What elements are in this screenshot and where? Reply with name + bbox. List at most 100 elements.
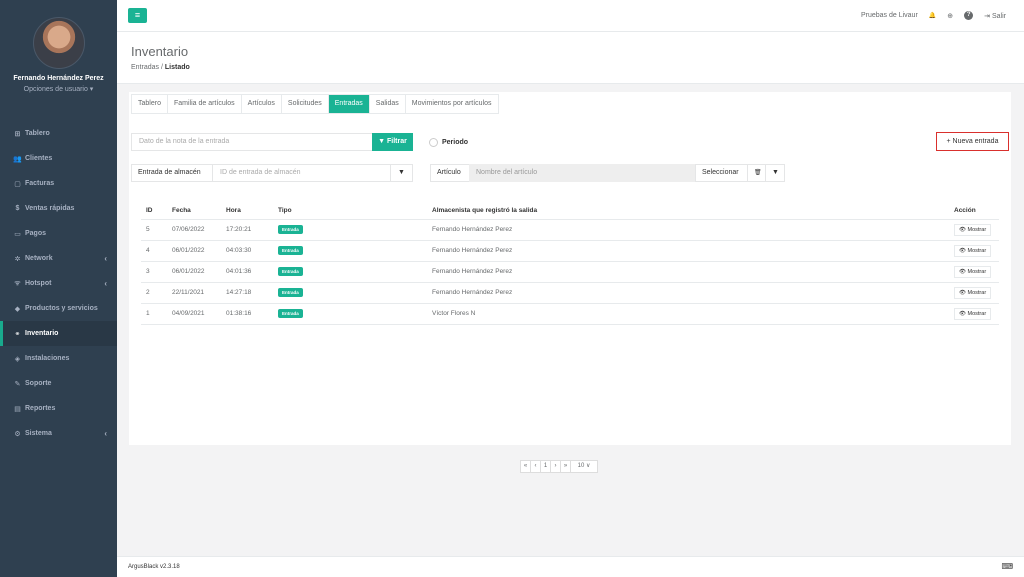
cell-hora: 04:01:36: [221, 261, 273, 283]
cell-id: 4: [141, 240, 167, 262]
sidebar-item-clientes[interactable]: 👥 Clientes: [0, 146, 117, 171]
sidebar-item-label: Soporte: [25, 380, 52, 387]
tab-entradas[interactable]: Entradas: [328, 95, 370, 113]
col-almacenista[interactable]: Almacenista que registró la salida: [427, 202, 949, 220]
cell-id: 5: [141, 219, 167, 241]
cell-id: 2: [141, 282, 167, 304]
sidebar-item-icon: ✲: [14, 255, 21, 263]
page-size-select[interactable]: 10 ∨: [570, 460, 598, 473]
tab-tablero[interactable]: Tablero: [132, 95, 168, 113]
menu-toggle-button[interactable]: ≡: [128, 8, 147, 23]
cell-accion: 👁 Mostrar: [949, 219, 999, 241]
sidebar-item-label: Hotspot: [25, 280, 52, 287]
breadcrumb-current: Listado: [164, 64, 190, 71]
page-title: Inventario: [131, 44, 189, 59]
avatar[interactable]: [32, 17, 85, 69]
cell-tipo: Entrada: [273, 282, 427, 304]
show-button[interactable]: 👁 Mostrar: [954, 287, 992, 299]
table-header-row: ID Fecha Hora Tipo Almacenista que regis…: [141, 202, 999, 220]
cell-fecha: 06/01/2022: [167, 240, 221, 262]
show-button[interactable]: 👁 Mostrar: [954, 266, 992, 278]
note-search-input[interactable]: Dato de la nota de la entrada: [131, 133, 373, 151]
sidebar-item-soporte[interactable]: ✎ Soporte: [0, 371, 117, 396]
col-id[interactable]: ID: [141, 202, 167, 220]
sidebar-item-label: Sistema: [25, 430, 52, 437]
breadcrumb: Entradas / Listado: [131, 64, 190, 71]
status-badge: Entrada: [278, 309, 303, 318]
chevron-left-icon: ‹: [104, 254, 107, 263]
sidebar-item-inventario[interactable]: ⚭ Inventario: [0, 321, 117, 346]
sidebar-item-hotspot[interactable]: ᯤ Hotspot ‹: [0, 271, 117, 296]
cell-hora: 04:03:30: [221, 240, 273, 262]
breadcrumb-parent[interactable]: Entradas: [131, 64, 159, 71]
filter-button[interactable]: ▼ Filtrar: [372, 133, 413, 151]
show-button[interactable]: 👁 Mostrar: [954, 224, 992, 236]
tab-salidas[interactable]: Salidas: [370, 95, 406, 113]
sidebar-item-network[interactable]: ✲ Network ‹: [0, 246, 117, 271]
grid-icon[interactable]: ⊕: [947, 12, 953, 20]
warehouse-entry-input[interactable]: ID de entrada de almacén: [212, 164, 391, 182]
article-label: Artículo: [430, 164, 470, 182]
sidebar-item-facturas[interactable]: ▢ Facturas: [0, 171, 117, 196]
cell-accion: 👁 Mostrar: [949, 261, 999, 283]
sidebar-item-icon: ⚙: [14, 430, 21, 438]
tab-solicitudes[interactable]: Solicitudes: [282, 95, 329, 113]
sidebar-item-productos-y-servicios[interactable]: ◆ Productos y servicios: [0, 296, 117, 321]
logout-link[interactable]: ⇥ Salir: [984, 12, 1006, 20]
cell-accion: 👁 Mostrar: [949, 282, 999, 304]
article-name-input[interactable]: Nombre del artículo: [469, 164, 695, 182]
cell-hora: 17:20:21: [221, 219, 273, 241]
status-badge: Entrada: [278, 267, 303, 276]
sidebar-item-tablero[interactable]: ⊞ Tablero: [0, 121, 117, 146]
table-row: 1 04/09/2021 01:38:16 Entrada Víctor Flores …: [141, 303, 999, 325]
new-entry-button[interactable]: + Nueva entrada: [936, 132, 1009, 151]
show-button[interactable]: 👁 Mostrar: [954, 308, 992, 320]
period-label: Periodo: [442, 139, 469, 146]
cell-hora: 14:27:18: [221, 282, 273, 304]
content-panel: Tablero Familia de artículos Artículos Soli…: [129, 92, 1011, 445]
col-fecha[interactable]: Fecha: [167, 202, 221, 220]
cell-fecha: 07/06/2022: [167, 219, 221, 241]
show-button[interactable]: 👁 Mostrar: [954, 245, 992, 257]
sidebar-item-sistema[interactable]: ⚙ Sistema ‹: [0, 421, 117, 446]
col-tipo[interactable]: Tipo: [273, 202, 427, 220]
sidebar-nav: ⊞ Tablero 👥 Clientes ▢ Facturas $ Ventas rápida…: [0, 121, 117, 446]
tab-movimientos-por-art-culos[interactable]: Movimientos por artículos: [406, 95, 498, 113]
sidebar-item-icon: ▢: [14, 180, 21, 188]
sidebar-item-icon: $: [15, 205, 20, 212]
cell-hora: 01:38:16: [221, 303, 273, 325]
cell-accion: 👁 Mostrar: [949, 240, 999, 262]
sidebar-item-icon: ⚭: [14, 330, 21, 338]
cell-almacenista: Fernando Hernández Perez: [427, 261, 949, 283]
cell-accion: 👁 Mostrar: [949, 303, 999, 325]
sidebar-item-pagos[interactable]: ▭ Pagos: [0, 221, 117, 246]
trash-icon[interactable]: 🗑: [747, 164, 766, 182]
help-icon[interactable]: ?: [964, 11, 974, 20]
period-radio[interactable]: [429, 138, 438, 147]
article-filter-funnel-icon[interactable]: ▼: [765, 164, 785, 182]
keyboard-icon[interactable]: ⌨: [1001, 562, 1013, 571]
cell-tipo: Entrada: [273, 303, 427, 325]
col-hora[interactable]: Hora: [221, 202, 273, 220]
sidebar-item-icon: ⊞: [14, 130, 21, 138]
sidebar-item-icon: ✎: [14, 380, 21, 388]
cell-almacenista: Fernando Hernández Perez: [427, 219, 949, 241]
user-options-dropdown[interactable]: Opciones de usuario ▾: [0, 85, 117, 93]
bell-icon[interactable]: 🔔: [929, 12, 936, 19]
status-badge: Entrada: [278, 225, 303, 234]
pagination: « ‹ 1 › » 10 ∨: [520, 460, 598, 473]
sidebar-item-ventas-r-pidas[interactable]: $ Ventas rápidas: [0, 196, 117, 221]
tab-art-culos[interactable]: Artículos: [242, 95, 282, 113]
sidebar-item-icon: 👥: [13, 155, 22, 163]
select-article-button[interactable]: Seleccionar: [695, 164, 748, 182]
company-name: Pruebas de Livaur: [860, 12, 918, 19]
warehouse-filter-funnel-icon[interactable]: ▼: [390, 164, 413, 182]
tab-familia-de-art-culos[interactable]: Familia de artículos: [168, 95, 242, 113]
sidebar-item-reportes[interactable]: ▤ Reportes: [0, 396, 117, 421]
topbar-right: Pruebas de Livaur 🔔 ⊕ ? ⇥ Salir: [861, 11, 1006, 20]
sidebar-item-label: Clientes: [25, 155, 53, 162]
sidebar-item-instalaciones[interactable]: ◈ Instalaciones: [0, 346, 117, 371]
cell-tipo: Entrada: [273, 219, 427, 241]
sidebar-item-label: Productos y servicios: [25, 305, 98, 312]
sidebar-item-icon: ▤: [14, 405, 21, 413]
